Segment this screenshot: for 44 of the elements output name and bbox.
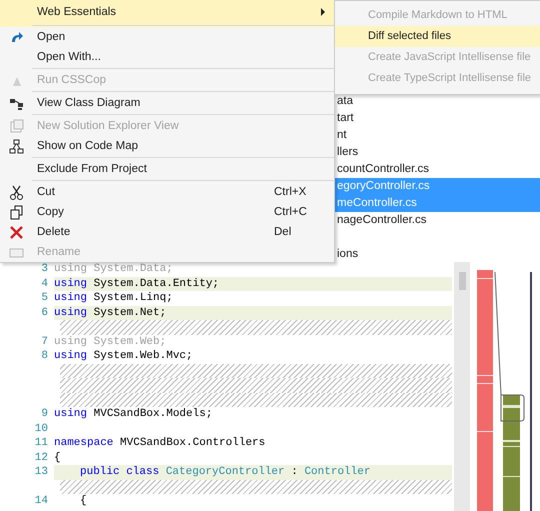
menu-item[interactable]: Web Essentials	[0, 0, 334, 27]
menu-item[interactable]: Copy Ctrl+C	[0, 202, 334, 222]
menu-item[interactable]: Delete Del	[0, 222, 334, 242]
code-line: using System.Web.Mvc;	[54, 349, 194, 364]
line-number: 14	[34, 495, 49, 508]
line-number: 9	[40, 408, 49, 420]
line-number: 10	[34, 422, 49, 435]
scissors-icon	[8, 184, 24, 200]
line-number: 12	[34, 452, 49, 464]
delete-icon	[8, 224, 24, 240]
line-number: 3	[40, 263, 49, 276]
tree-item[interactable]: nt	[335, 127, 540, 144]
tree-item[interactable]: ata	[335, 93, 540, 110]
code-line: using System.Data;	[54, 262, 174, 276]
code-line: using System.Web;	[54, 334, 168, 349]
code-line: using MVCSandBox.Models;	[54, 407, 214, 422]
tree-item[interactable]: tart	[335, 110, 540, 127]
menu-item[interactable]: View Class Diagram	[0, 93, 334, 116]
line-number: 5	[40, 292, 49, 304]
menu-item[interactable]: Open	[0, 27, 334, 47]
menu-item[interactable]: Open With...	[0, 47, 334, 70]
line-number: 7	[40, 336, 49, 348]
code-line: {	[79, 494, 88, 508]
line-number: 4	[40, 278, 49, 290]
line-number: 13	[34, 466, 49, 478]
code-line: using System.Linq;	[54, 291, 174, 306]
code-map-icon	[8, 138, 24, 154]
tree-item[interactable]: countController.cs	[335, 161, 540, 178]
tree-item[interactable]: nageController.cs	[335, 212, 540, 229]
tree-item[interactable]: llers	[335, 144, 540, 161]
menu-item[interactable]: Diff selected files	[335, 26, 540, 47]
code-line: namespace MVCSandBox.Controllers	[54, 436, 266, 450]
menu-item[interactable]: Exclude From Project	[0, 159, 334, 182]
explorer-view-icon	[8, 118, 24, 134]
copy-icon	[8, 204, 24, 220]
menu-item[interactable]: Cut Ctrl+X	[0, 182, 334, 202]
menu-item[interactable]: Show on Code Map	[0, 136, 334, 159]
scrollbar[interactable]	[454, 262, 470, 511]
line-number: 11	[34, 437, 49, 450]
tree-item[interactable]: ions	[335, 246, 540, 263]
line-number: 6	[40, 306, 49, 319]
line-number: 8	[40, 350, 49, 362]
code-line: {	[54, 450, 62, 465]
submenu-arrow-icon	[320, 8, 326, 16]
